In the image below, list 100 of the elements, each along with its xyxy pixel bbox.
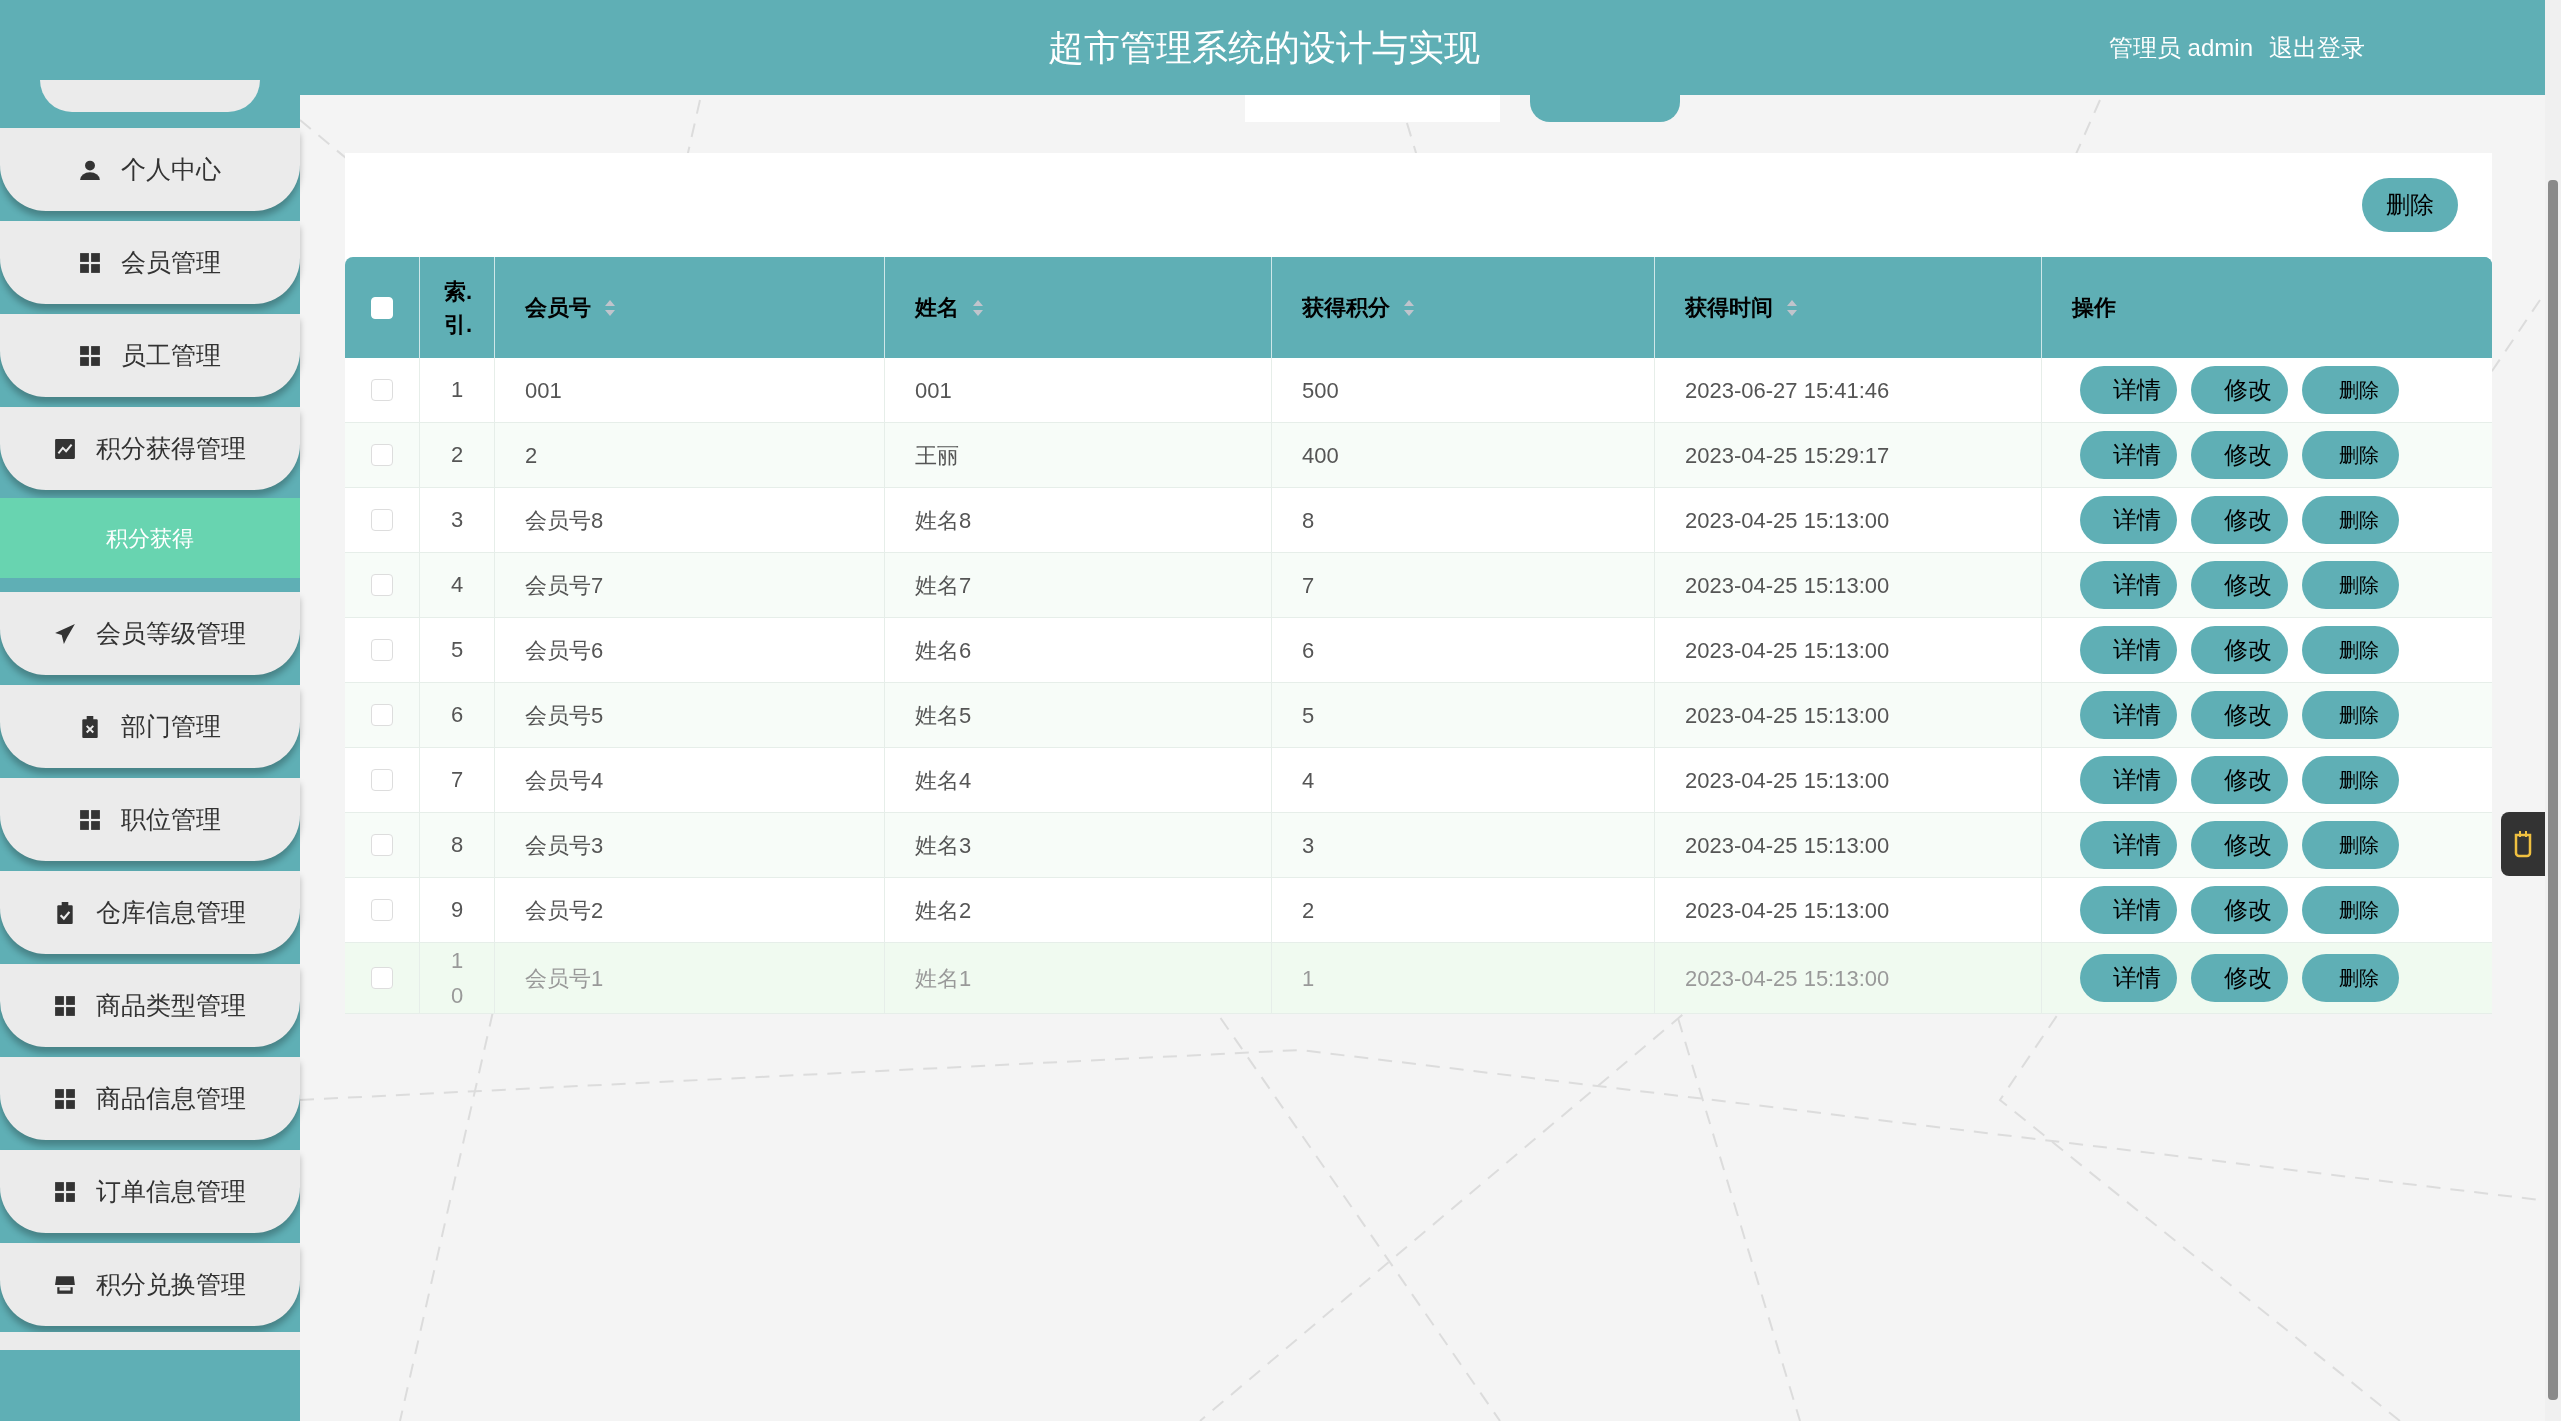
delete-button[interactable]: 删除	[2302, 561, 2399, 609]
column-header[interactable]: 姓名	[915, 291, 959, 324]
menu-item[interactable]: 商品信息管理	[0, 1057, 300, 1140]
user-icon	[79, 158, 101, 181]
delete-button[interactable]: 删除	[2302, 954, 2399, 1003]
delete-button[interactable]: 删除	[2302, 496, 2399, 544]
table-cell-text: 2	[450, 441, 464, 470]
user-label: 管理员 admin	[2108, 32, 2253, 63]
table-cell-text: 会员号6	[525, 636, 604, 665]
menu-item[interactable]: 会员等级管理	[0, 592, 300, 675]
checkbox[interactable]	[371, 704, 393, 726]
edit-button[interactable]: 修改	[2191, 886, 2288, 934]
grid-icon	[79, 808, 101, 831]
edit-button[interactable]: 修改	[2191, 954, 2288, 1003]
menu-item[interactable]: 仓库信息管理	[0, 871, 300, 954]
details-button[interactable]: 详情	[2080, 954, 2177, 1003]
checkbox[interactable]	[371, 509, 393, 531]
clipboard-x-icon	[79, 715, 101, 738]
menu-item[interactable]: 个人中心	[0, 128, 300, 211]
table-cell-text: 2023-04-25 15:13:00	[1685, 506, 1890, 535]
table-cell-text: 姓名8	[915, 506, 972, 535]
edit-button[interactable]: 修改	[2191, 366, 2288, 414]
table-cell-text: 2023-04-25 15:13:00	[1685, 896, 1890, 925]
table-cell-text: 2023-04-25 15:13:00	[1685, 964, 1890, 993]
table-cell-text: 9	[450, 896, 464, 925]
search-field[interactable]	[1245, 95, 1500, 122]
table-cell-text: 2023-04-25 15:13:00	[1685, 571, 1890, 600]
checkbox[interactable]	[371, 967, 393, 990]
details-button[interactable]: 详情	[2080, 496, 2177, 544]
details-button[interactable]: 详情	[2080, 821, 2177, 869]
edit-button[interactable]: 修改	[2191, 496, 2288, 544]
table-cell-text: 1	[1302, 964, 1315, 993]
table-cell-text: 8	[1302, 506, 1315, 535]
delete-button[interactable]: 删除	[2302, 821, 2399, 869]
table-cell-text: 会员号1	[525, 964, 604, 993]
menu-item[interactable]: 员工管理	[0, 314, 300, 397]
details-button[interactable]: 详情	[2080, 691, 2177, 739]
checkbox[interactable]	[371, 379, 393, 401]
checkbox[interactable]	[371, 769, 393, 791]
table-cell-text: 姓名2	[915, 896, 972, 925]
menu-item[interactable]: 部门管理	[0, 685, 300, 768]
menu-item[interactable]: 商品类型管理	[0, 964, 300, 1047]
table-cell-text: 姓名5	[915, 701, 972, 730]
side-widget-button[interactable]	[2501, 812, 2545, 876]
column-header[interactable]: 获得时间	[1685, 291, 1773, 324]
delete-button[interactable]: 删除	[2362, 178, 2458, 232]
edit-button[interactable]: 修改	[2191, 561, 2288, 609]
details-button[interactable]: 详情	[2080, 561, 2177, 609]
menu-item[interactable]: 积分兑换管理	[0, 1243, 300, 1326]
table-cell-text: 7	[1302, 571, 1315, 600]
edit-button[interactable]: 修改	[2191, 821, 2288, 869]
grid-icon	[54, 994, 76, 1017]
menu-item[interactable]: 订单信息管理	[0, 1150, 300, 1233]
column-header[interactable]: 获得积分	[1302, 291, 1390, 324]
grid-icon	[54, 1180, 76, 1203]
table-cell-text: 001	[915, 376, 952, 405]
table-cell-text: 400	[1302, 441, 1339, 470]
edit-button[interactable]: 修改	[2191, 626, 2288, 674]
table-cell-text: 2023-04-25 15:13:00	[1685, 831, 1890, 860]
scrollbar-thumb[interactable]	[2548, 180, 2558, 1400]
delete-button[interactable]: 删除	[2302, 691, 2399, 739]
delete-button[interactable]: 删除	[2302, 756, 2399, 804]
details-button[interactable]: 详情	[2080, 626, 2177, 674]
table-cell-text: 2	[1302, 896, 1315, 925]
chart-icon	[54, 437, 76, 460]
checkbox[interactable]	[371, 899, 393, 921]
table-cell-text: 5	[1302, 701, 1315, 730]
details-button[interactable]: 详情	[2080, 366, 2177, 414]
scrollbar-track[interactable]	[2545, 0, 2561, 1421]
grid-icon	[79, 251, 101, 274]
menu-item[interactable]: 会员管理	[0, 221, 300, 304]
checkbox[interactable]	[371, 834, 393, 856]
grid-icon	[79, 344, 101, 367]
checkbox[interactable]	[371, 444, 393, 466]
column-header[interactable]: 会员号	[525, 291, 591, 324]
delete-button[interactable]: 删除	[2302, 626, 2399, 674]
details-button[interactable]: 详情	[2080, 886, 2177, 934]
delete-button[interactable]: 删除	[2302, 366, 2399, 414]
table-cell-text: 3	[450, 506, 464, 535]
table-cell-text: 6	[1302, 636, 1315, 665]
table-cell-text: 姓名3	[915, 831, 972, 860]
table-cell-text: 会员号5	[525, 701, 604, 730]
menu-item[interactable]: 职位管理	[0, 778, 300, 861]
app-title: 超市管理系统的设计与实现	[1047, 25, 1482, 70]
table-cell-text: 4	[1302, 766, 1315, 795]
table-cell-text: 4	[450, 571, 464, 600]
search-button[interactable]	[1530, 95, 1680, 122]
checkbox[interactable]	[371, 574, 393, 596]
delete-button[interactable]: 删除	[2302, 431, 2399, 479]
table-cell-text: 2	[525, 441, 538, 470]
delete-button[interactable]: 删除	[2302, 886, 2399, 934]
edit-button[interactable]: 修改	[2191, 756, 2288, 804]
table-cell-text: 2023-04-25 15:13:00	[1685, 701, 1890, 730]
edit-button[interactable]: 修改	[2191, 431, 2288, 479]
table-cell-text: 会员号3	[525, 831, 604, 860]
details-button[interactable]: 详情	[2080, 431, 2177, 479]
checkbox[interactable]	[371, 639, 393, 661]
details-button[interactable]: 详情	[2080, 756, 2177, 804]
edit-button[interactable]: 修改	[2191, 691, 2288, 739]
menu-item[interactable]: 积分获得管理	[0, 407, 300, 490]
